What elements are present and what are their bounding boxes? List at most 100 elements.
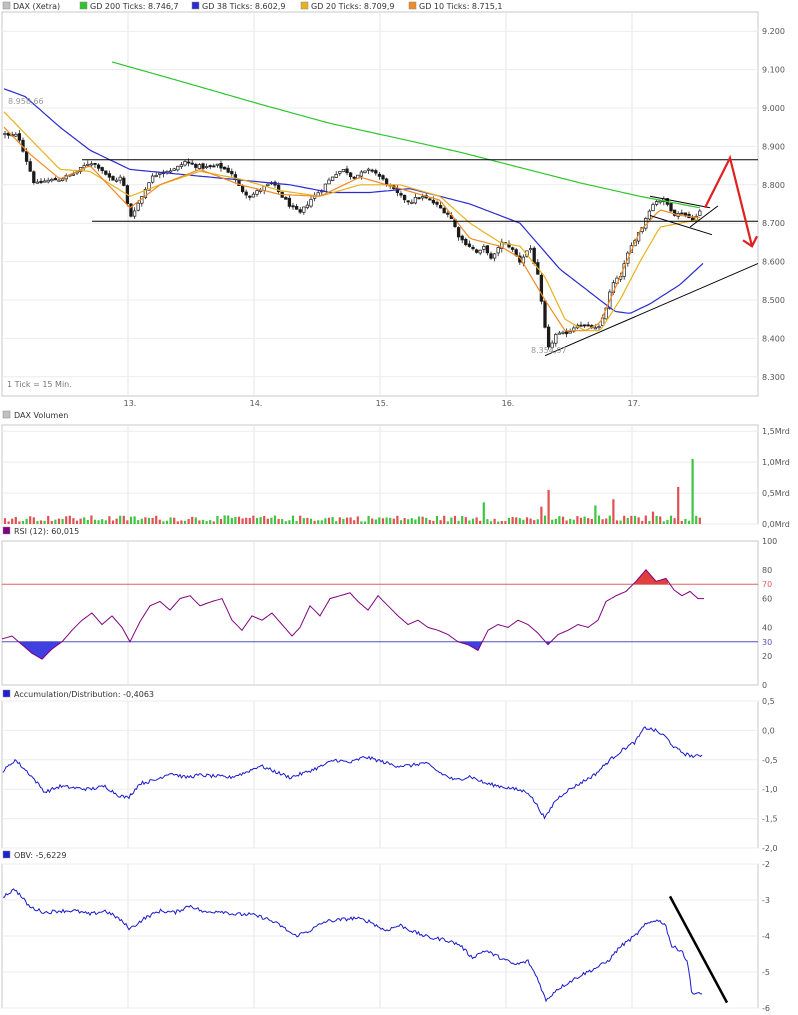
volume-bar <box>695 515 698 524</box>
candle-up <box>35 181 40 184</box>
volume-bar <box>57 518 61 524</box>
ad-tick-label: -0,5 <box>762 756 778 765</box>
volume-bar <box>417 516 421 524</box>
volume-bar <box>623 515 626 524</box>
volume-bar <box>140 518 143 524</box>
volume-bar <box>230 517 233 524</box>
volume-bar <box>605 518 608 524</box>
volume-bar <box>43 520 46 524</box>
volume-bar <box>601 519 604 524</box>
candle-down <box>96 164 101 169</box>
volume-bar <box>194 517 197 524</box>
candle-up <box>118 176 122 181</box>
volume-bar <box>367 515 370 524</box>
tick-note: 1 Tick = 15 Min. <box>7 380 72 389</box>
volume-bar <box>119 515 122 524</box>
candle-down <box>446 212 450 215</box>
volume-bar <box>50 521 53 524</box>
candle-down <box>539 274 544 302</box>
volume-bar <box>353 520 356 524</box>
candle-down <box>212 165 216 168</box>
volume-bar <box>518 518 521 524</box>
volume-bar <box>608 515 611 524</box>
candle-down <box>208 165 212 168</box>
obv-tick-label: -2 <box>762 860 770 869</box>
candle-down <box>564 331 569 335</box>
date-tick-label: 13. <box>124 399 137 408</box>
price-tick-label: 9.000 <box>762 104 785 113</box>
candle-up <box>154 175 158 177</box>
volume-bar <box>162 521 165 524</box>
ad-tick-label: -1,5 <box>762 815 778 824</box>
volume-bar <box>399 520 403 524</box>
candle-up <box>158 172 162 175</box>
volume-bar <box>443 515 446 524</box>
volume-bar <box>219 518 223 524</box>
volume-bar <box>583 516 586 524</box>
volume-bar <box>673 518 676 524</box>
volume-bar <box>104 520 107 524</box>
volume-bar <box>108 516 111 524</box>
price-tick-label: 9.100 <box>762 66 785 75</box>
volume-tick-label: 1,0Mrd <box>762 458 790 467</box>
candle-down <box>244 191 248 196</box>
volume-bar <box>270 517 273 524</box>
candle-down <box>467 243 472 247</box>
volume-tick-label: 0,5Mrd <box>762 489 790 498</box>
volume-bar <box>680 521 683 524</box>
volume-bar <box>576 516 579 524</box>
volume-bar <box>572 519 575 524</box>
obv-legend-swatch <box>2 850 11 859</box>
candle-up <box>593 327 598 330</box>
candle-down <box>431 199 436 204</box>
volume-bar <box>648 521 651 524</box>
volume-bar <box>191 516 194 524</box>
volume-bar <box>205 521 208 524</box>
candle-up <box>658 200 662 203</box>
volume-bar <box>32 517 35 524</box>
volume-bar <box>446 521 449 524</box>
volume-bar <box>212 521 215 524</box>
volume-bar <box>176 521 179 524</box>
candle-up <box>561 331 565 334</box>
volume-bar <box>223 515 226 524</box>
volume-bar <box>277 518 280 524</box>
candle-down <box>111 176 115 181</box>
candle-up <box>359 171 364 177</box>
candle-up <box>528 248 533 251</box>
volume-bar <box>396 515 399 524</box>
candle-up <box>179 164 184 167</box>
volume-bar <box>7 521 10 524</box>
volume-bar <box>198 520 201 524</box>
volume-bar <box>47 515 50 524</box>
volume-bar <box>500 521 503 524</box>
volume-bar <box>122 515 125 524</box>
candle-down <box>93 162 97 165</box>
volume-bar <box>479 520 482 524</box>
volume-bar <box>324 518 327 524</box>
volume-bar <box>569 518 572 524</box>
rsi-tick-label: 0 <box>762 681 767 690</box>
legend-swatch <box>408 1 417 10</box>
volume-bar <box>371 518 374 524</box>
volume-bar <box>378 517 381 524</box>
rsi-level-label: 30 <box>762 638 772 647</box>
candle-up <box>698 210 702 216</box>
volume-bar <box>597 515 601 524</box>
candle-down <box>683 212 688 216</box>
candle-down <box>39 180 43 184</box>
candle-up <box>323 183 328 192</box>
candle-down <box>510 247 515 250</box>
candle-down <box>374 170 378 174</box>
price-tick-label: 8.600 <box>762 258 785 267</box>
volume-bar <box>637 517 640 524</box>
volume-bar <box>3 518 7 524</box>
volume-bar <box>342 518 345 524</box>
candle-down <box>456 227 461 238</box>
candle-down <box>399 193 403 196</box>
candle-up <box>305 204 310 209</box>
candle-down <box>291 205 295 208</box>
volume-bar <box>644 515 647 524</box>
candle-down <box>201 163 205 169</box>
volume-bar <box>554 518 557 524</box>
